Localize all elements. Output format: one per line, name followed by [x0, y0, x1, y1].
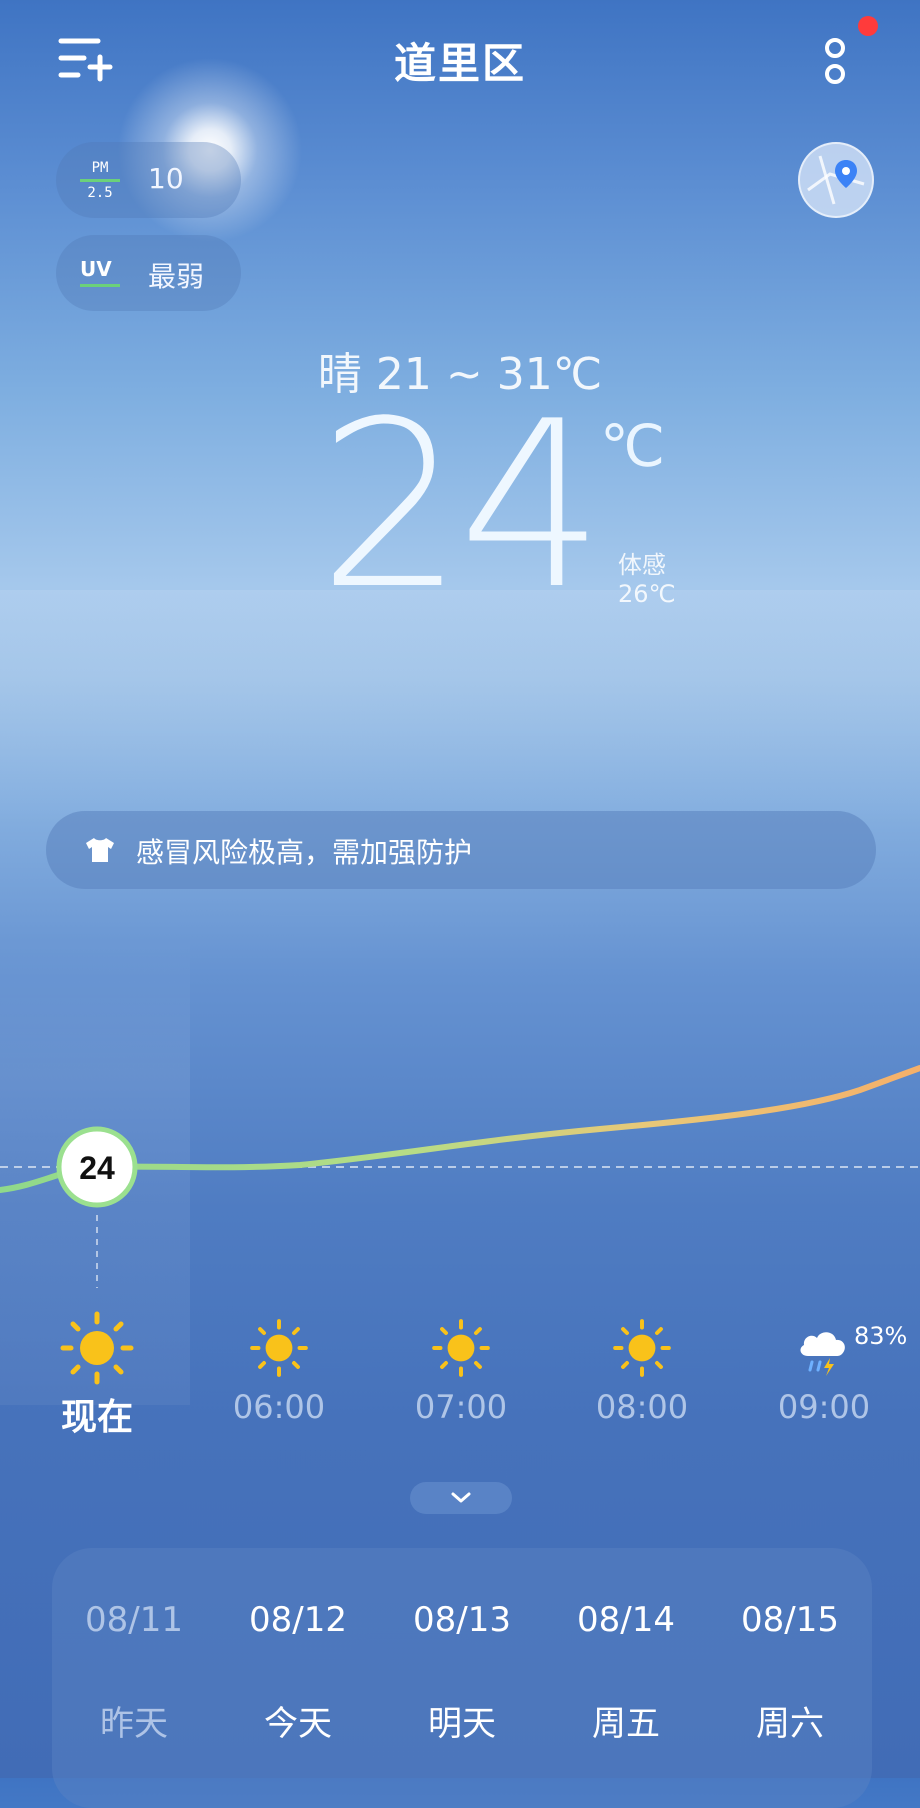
daily-forecast[interactable]: 08/11 昨天 08/12 今天 08/13 明天 08/14 周五 08/1…: [52, 1548, 872, 1808]
chevron-down-icon: [451, 1492, 471, 1503]
hour-item-0900[interactable]: 83% 09:00: [734, 1310, 914, 1426]
temperature-curve: [0, 1065, 920, 1193]
day-name: 周五: [592, 1704, 660, 1744]
hour-time: 08:00: [595, 1388, 689, 1426]
sun-icon: [60, 1311, 134, 1385]
day-date: 08/15: [741, 1600, 839, 1640]
feels-like-label: 体感: [618, 551, 666, 579]
current-temp-bubble-label: 24: [79, 1150, 115, 1186]
shirt-icon: [86, 838, 114, 862]
day-name: 周六: [756, 1704, 824, 1744]
more-icon[interactable]: [820, 36, 850, 88]
current-temperature: 24: [318, 373, 605, 640]
day-name: 昨天: [100, 1704, 168, 1744]
day-name: 今天: [264, 1704, 332, 1744]
thunder-rain-icon: [800, 1332, 845, 1376]
sun-icon: [432, 1319, 490, 1377]
top-bar: 道里区: [0, 0, 920, 115]
hour-time: 07:00: [414, 1388, 508, 1426]
hourly-temperature-chart: 24: [0, 1065, 920, 1288]
sun-icon: [250, 1319, 308, 1377]
map-location-button[interactable]: [798, 142, 874, 218]
uv-value: 最弱: [148, 260, 205, 293]
pm25-value: 10: [148, 162, 184, 195]
day-date: 08/13: [413, 1600, 511, 1640]
day-date: 08/12: [249, 1600, 347, 1640]
hour-item-0600[interactable]: 06:00: [189, 1310, 369, 1426]
pm25-pill[interactable]: PM 2.5 10: [56, 142, 241, 218]
expand-button[interactable]: [410, 1482, 512, 1514]
temperature-unit: ℃: [600, 412, 666, 480]
feels-like-value: 26℃: [618, 580, 676, 608]
day-date: 08/11: [85, 1600, 183, 1640]
city-title[interactable]: 道里区: [0, 30, 920, 91]
hourly-forecast[interactable]: 现在 06:00 07:00 08:00 83% 09:00: [0, 1310, 920, 1450]
hour-time: 现在: [60, 1397, 133, 1438]
day-date: 08/14: [577, 1600, 675, 1640]
notification-dot: [858, 16, 878, 36]
pm25-icon: PM 2.5: [80, 160, 120, 202]
sun-icon: [613, 1319, 671, 1377]
health-notice-text: 感冒风险极高，需加强防护: [136, 836, 473, 869]
uv-pill[interactable]: UV 最弱: [56, 235, 241, 311]
precip-percentage: 83%: [854, 1322, 908, 1350]
hour-item-0700[interactable]: 07:00: [371, 1310, 551, 1426]
day-name: 明天: [428, 1704, 496, 1744]
uv-icon: UV: [80, 257, 120, 287]
map-pin-icon: [807, 155, 865, 205]
health-notice[interactable]: 感冒风险极高，需加强防护: [46, 811, 876, 889]
hour-time: 06:00: [232, 1388, 326, 1426]
hour-item-0800[interactable]: 08:00: [552, 1310, 732, 1426]
hour-time: 09:00: [777, 1388, 871, 1426]
hour-item-now[interactable]: 现在: [7, 1310, 187, 1440]
